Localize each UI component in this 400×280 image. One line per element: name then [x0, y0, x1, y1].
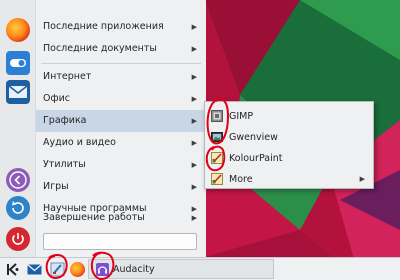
menu-item-label: Интернет — [43, 71, 92, 82]
chevron-right-icon: ▶ — [191, 23, 197, 31]
firefox-icon[interactable] — [6, 18, 30, 42]
taskbar: Audacity — [0, 257, 400, 280]
submenu-item-label: More — [229, 174, 253, 185]
chevron-right-icon: ▶ — [191, 161, 197, 169]
firefox-icon[interactable] — [70, 262, 85, 277]
task-audacity[interactable]: Audacity — [88, 259, 274, 279]
mail-icon[interactable] — [6, 80, 30, 104]
menu-item-label: Последние приложения — [43, 21, 164, 32]
gimp-icon — [211, 110, 223, 122]
toggle-settings-icon[interactable] — [6, 51, 30, 75]
graphics-submenu: GIMP Gwenview KolourPaint More ▶ — [204, 101, 374, 189]
mail-icon[interactable] — [27, 262, 42, 277]
submenu-item-more[interactable]: More ▶ — [205, 169, 373, 190]
chevron-right-icon: ▶ — [191, 214, 197, 222]
chevron-right-icon: ▶ — [359, 175, 365, 183]
menu-item-label: Последние документы — [43, 43, 157, 54]
menu-item-recent-apps[interactable]: Последние приложения ▶ — [36, 16, 206, 38]
refresh-icon[interactable] — [6, 196, 30, 220]
chevron-right-icon: ▶ — [191, 139, 197, 147]
menu-item-label: Утилиты — [43, 159, 86, 170]
menu-separator — [41, 63, 201, 64]
gwenview-icon — [211, 132, 223, 142]
back-arrow-icon[interactable] — [6, 168, 30, 192]
menu-item-label: Аудио и видео — [43, 137, 116, 148]
chevron-right-icon: ▶ — [191, 73, 197, 81]
chevron-right-icon: ▶ — [191, 45, 197, 53]
menu-item-audio-video[interactable]: Аудио и видео ▶ — [36, 132, 206, 154]
menu-item-office[interactable]: Офис ▶ — [36, 88, 206, 110]
chevron-right-icon: ▶ — [191, 117, 197, 125]
chevron-right-icon: ▶ — [191, 183, 197, 191]
kolourpaint-icon[interactable] — [50, 262, 65, 277]
submenu-item-gwenview[interactable]: Gwenview — [205, 127, 373, 148]
category-list: Последние приложения ▶ Последние докумен… — [36, 0, 206, 257]
kolourpaint-icon — [211, 152, 223, 164]
menu-item-games[interactable]: Игры ▶ — [36, 176, 206, 198]
submenu-item-label: KolourPaint — [229, 153, 283, 164]
menu-item-internet[interactable]: Интернет ▶ — [36, 66, 206, 88]
audacity-icon — [96, 263, 109, 276]
more-icon — [211, 173, 223, 185]
submenu-item-kolourpaint[interactable]: KolourPaint — [205, 148, 373, 169]
menu-item-label: Графика — [43, 115, 87, 126]
submenu-item-label: Gwenview — [229, 132, 278, 143]
chevron-right-icon: ▶ — [191, 95, 197, 103]
menu-item-recent-docs[interactable]: Последние документы ▶ — [36, 38, 206, 60]
application-launcher: Последние приложения ▶ Последние докумен… — [0, 0, 206, 257]
kde-menu-icon[interactable] — [5, 262, 20, 277]
power-icon[interactable] — [6, 227, 30, 251]
menu-item-utilities[interactable]: Утилиты ▶ — [36, 154, 206, 176]
submenu-item-gimp[interactable]: GIMP — [205, 106, 373, 127]
menu-item-shutdown[interactable]: Завершение работы ▶ — [36, 207, 206, 229]
submenu-item-label: GIMP — [229, 111, 254, 122]
menu-item-label: Игры — [43, 181, 69, 192]
favorites-strip — [0, 0, 36, 257]
task-label: Audacity — [113, 264, 155, 275]
menu-item-label: Завершение работы — [43, 212, 145, 223]
search-input[interactable] — [43, 233, 197, 250]
menu-item-graphics[interactable]: Графика ▶ — [36, 110, 206, 132]
menu-item-label: Офис — [43, 93, 70, 104]
